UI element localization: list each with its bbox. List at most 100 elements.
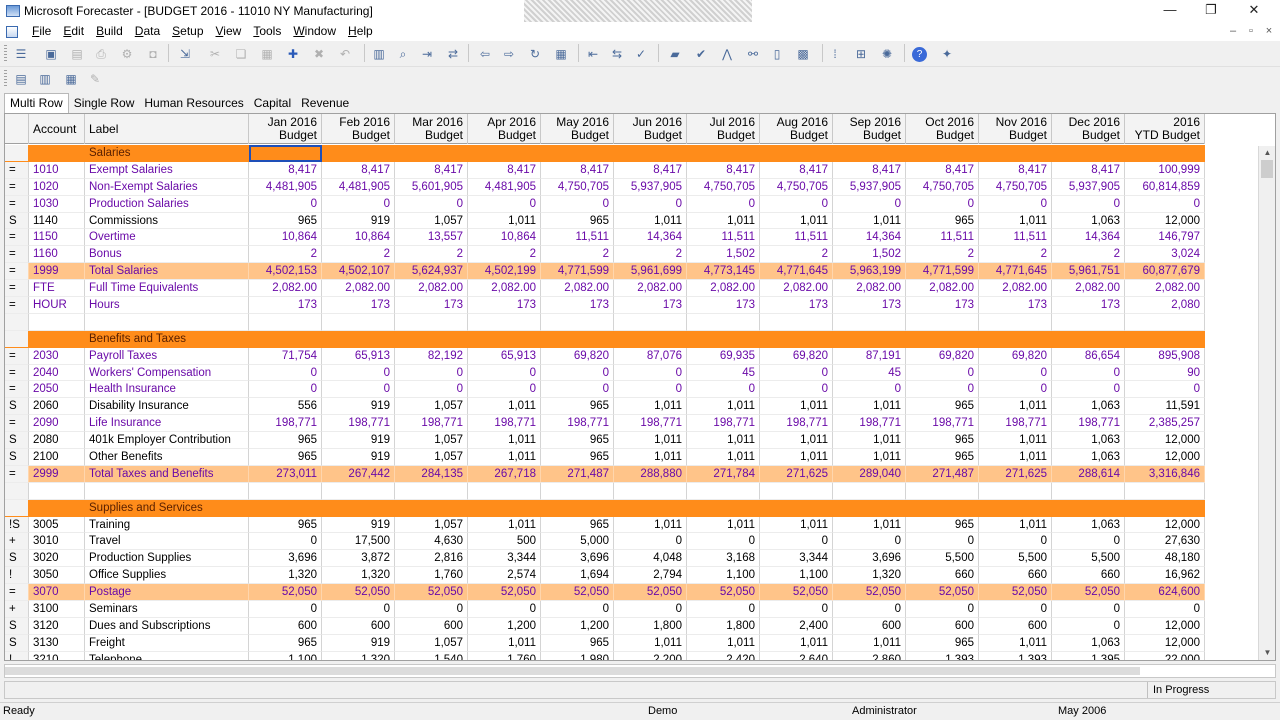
value-cell[interactable]: 1,011 <box>979 398 1052 416</box>
value-cell[interactable]: 1,011 <box>468 516 541 534</box>
value-cell[interactable]: 86,654 <box>1052 347 1125 365</box>
value-cell[interactable]: 1,011 <box>760 212 833 230</box>
value-cell[interactable]: 13,557 <box>395 229 468 247</box>
value-cell[interactable]: 965 <box>249 449 322 466</box>
label-cell[interactable]: Production Salaries <box>85 195 249 213</box>
value-cell[interactable]: 0 <box>906 381 979 399</box>
value-cell[interactable]: 69,935 <box>687 347 760 365</box>
value-cell[interactable]: 52,050 <box>1052 584 1125 602</box>
value-cell[interactable]: 1,063 <box>1052 398 1125 416</box>
value-cell[interactable]: 5,963,199 <box>833 263 906 281</box>
value-cell[interactable]: 0 <box>1052 195 1125 213</box>
value-cell[interactable] <box>1052 330 1125 348</box>
value-cell[interactable]: 0 <box>833 601 906 618</box>
label-cell[interactable]: Seminars <box>85 601 249 618</box>
value-cell[interactable]: 173 <box>468 297 541 314</box>
value-cell[interactable]: 1,011 <box>614 398 687 416</box>
value-cell[interactable]: 1,011 <box>468 634 541 652</box>
print-preview-icon[interactable]: ▤ <box>68 45 86 63</box>
value-cell[interactable] <box>614 145 687 162</box>
header-period[interactable]: Oct 2016 Budget <box>906 114 979 144</box>
row-symbol[interactable]: = <box>5 280 29 298</box>
value-cell[interactable]: 2,860 <box>833 651 906 660</box>
value-cell[interactable]: 624,600 <box>1125 584 1205 602</box>
table-row[interactable]: S 2100 Other Benefits 965 919 1,057 1,011 965 1,… <box>5 449 1205 466</box>
header-period[interactable]: Jul 2016 Budget <box>687 114 760 144</box>
value-cell[interactable]: 1,011 <box>833 516 906 534</box>
value-cell[interactable]: 1,057 <box>395 634 468 652</box>
value-cell[interactable]: 965 <box>249 634 322 652</box>
table-row[interactable]: = FTE Full Time Equivalents 2,082.00 2,082.0… <box>5 280 1205 298</box>
settings-icon[interactable]: ✺ <box>878 45 896 63</box>
account-cell[interactable]: 3050 <box>29 567 85 585</box>
value-cell[interactable]: 198,771 <box>1052 415 1125 433</box>
value-cell[interactable]: 0 <box>1052 533 1125 551</box>
value-cell[interactable]: 1,502 <box>833 246 906 264</box>
value-cell[interactable]: 0 <box>614 601 687 618</box>
table-row[interactable]: = 2090 Life Insurance 198,771 198,771 198,771… <box>5 415 1205 433</box>
value-cell[interactable]: 12,000 <box>1125 634 1205 652</box>
value-cell[interactable]: 14,364 <box>833 229 906 247</box>
value-cell[interactable]: 10,864 <box>468 229 541 247</box>
value-cell[interactable]: 5,961,699 <box>614 263 687 281</box>
table-row[interactable]: = 1030 Production Salaries 0 0 0 0 0 0 0 0 0 0 0 0 0 <box>5 195 1205 213</box>
value-cell[interactable] <box>906 499 979 517</box>
table-row[interactable]: = 2040 Workers' Compensation 0 0 0 0 0 0 45 0 45 0 0 0… <box>5 364 1205 382</box>
label-cell[interactable]: Dues and Subscriptions <box>85 617 249 635</box>
value-cell[interactable] <box>1125 145 1205 162</box>
value-cell[interactable]: 198,771 <box>541 415 614 433</box>
value-cell[interactable]: 0 <box>760 601 833 618</box>
row-symbol[interactable]: S <box>5 449 29 466</box>
value-cell[interactable]: 1,011 <box>687 634 760 652</box>
value-cell[interactable]: 4,771,599 <box>906 263 979 281</box>
value-cell[interactable]: 4,771,599 <box>541 263 614 281</box>
value-cell[interactable]: 2,082.00 <box>1125 280 1205 298</box>
value-cell[interactable]: 3,024 <box>1125 246 1205 264</box>
value-cell[interactable]: 2,385,257 <box>1125 415 1205 433</box>
value-cell[interactable] <box>541 313 614 331</box>
account-cell[interactable]: 3020 <box>29 550 85 568</box>
value-cell[interactable]: 4,750,705 <box>979 178 1052 196</box>
value-cell[interactable] <box>395 313 468 331</box>
row-symbol[interactable]: = <box>5 415 29 433</box>
value-cell[interactable] <box>322 330 395 348</box>
value-cell[interactable] <box>1052 145 1125 162</box>
value-cell[interactable]: 2,082.00 <box>906 280 979 298</box>
value-cell[interactable]: 2 <box>541 246 614 264</box>
value-cell[interactable]: 0 <box>687 381 760 399</box>
disk-icon[interactable]: ◘ <box>144 45 162 63</box>
value-cell[interactable]: 2 <box>395 246 468 264</box>
header-period[interactable]: 2016 YTD Budget <box>1125 114 1205 144</box>
value-cell[interactable]: 198,771 <box>322 415 395 433</box>
horizontal-scroll-thumb[interactable] <box>5 667 1140 675</box>
value-cell[interactable]: 1,011 <box>614 516 687 534</box>
value-cell[interactable]: 1,011 <box>468 212 541 230</box>
value-cell[interactable]: 0 <box>760 381 833 399</box>
value-cell[interactable]: 8,417 <box>249 161 322 179</box>
label-cell[interactable]: Total Salaries <box>85 263 249 281</box>
value-cell[interactable]: 11,511 <box>906 229 979 247</box>
value-cell[interactable]: 2,082.00 <box>614 280 687 298</box>
value-cell[interactable]: 1,063 <box>1052 449 1125 466</box>
account-cell[interactable]: 3210 <box>29 651 85 660</box>
value-cell[interactable]: 2,082.00 <box>979 280 1052 298</box>
value-cell[interactable]: 0 <box>1125 381 1205 399</box>
menu-window[interactable]: Window <box>287 22 342 41</box>
value-cell[interactable]: 146,797 <box>1125 229 1205 247</box>
value-cell[interactable]: 100,999 <box>1125 161 1205 179</box>
row-symbol[interactable] <box>5 145 29 162</box>
value-cell[interactable]: 173 <box>249 297 322 314</box>
value-cell[interactable] <box>906 330 979 348</box>
refresh-icon[interactable]: ↻ <box>526 45 544 63</box>
value-cell[interactable] <box>760 499 833 517</box>
value-cell[interactable]: 965 <box>541 634 614 652</box>
value-cell[interactable]: 4,750,705 <box>541 178 614 196</box>
value-cell[interactable]: 1,011 <box>979 432 1052 450</box>
account-cell[interactable]: 1020 <box>29 178 85 196</box>
value-cell[interactable]: 1,011 <box>614 634 687 652</box>
value-cell[interactable]: 2,200 <box>614 651 687 660</box>
row-symbol[interactable] <box>5 313 29 331</box>
mdi-restore-button[interactable]: ▫ <box>1242 24 1260 38</box>
value-cell[interactable]: 2,082.00 <box>687 280 760 298</box>
value-cell[interactable]: 3,696 <box>249 550 322 568</box>
